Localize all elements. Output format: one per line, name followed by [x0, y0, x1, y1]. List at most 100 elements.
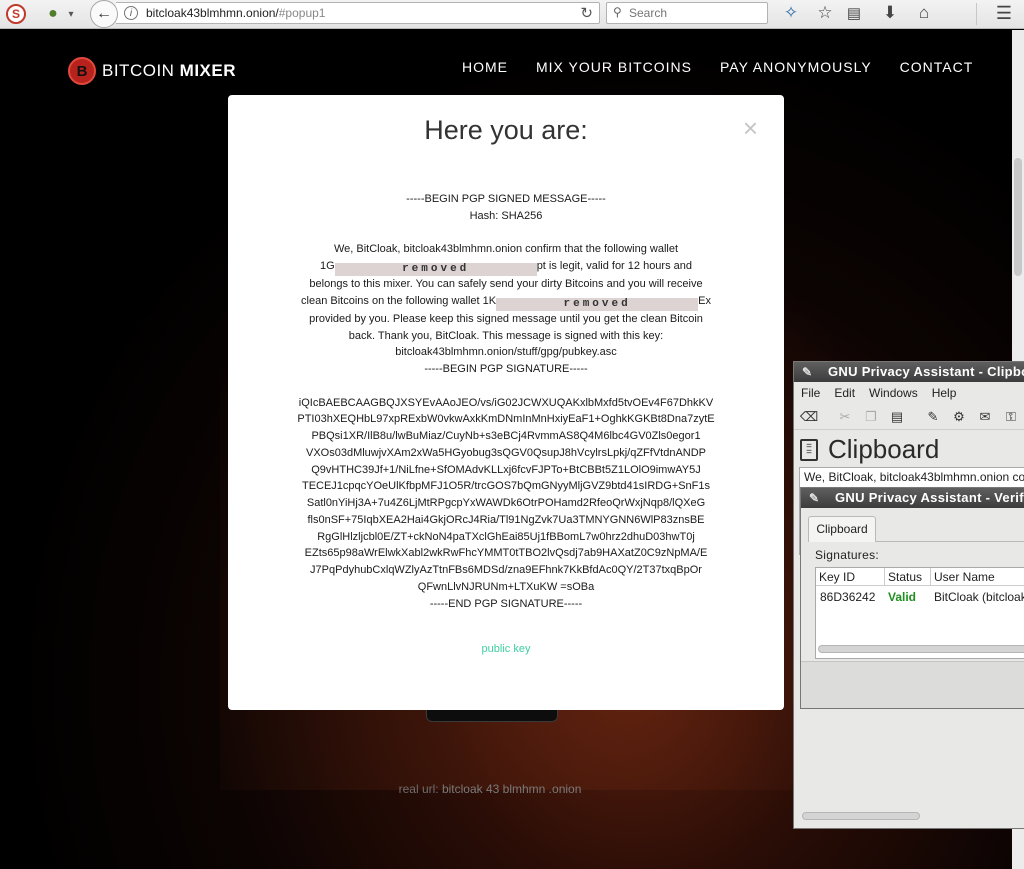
nav-contact[interactable]: CONTACT — [900, 59, 974, 75]
signature-line: Satl0nYiHj3A+7u4Z6LjMtRPgcpYxWAWDk6OtrPO… — [306, 497, 706, 509]
signature-line: VXOs03dMluwjvXAm2xWa5HGyobug3sQGV0QsupJ8… — [305, 446, 707, 459]
noscript-icon[interactable]: ✧ — [779, 1, 803, 25]
popup-modal: Here you are: × -----BEGIN PGP SIGNED ME… — [228, 95, 784, 710]
info-icon[interactable]: i — [124, 6, 138, 20]
signature-line: iQIcBAEBCAAGBQJXSYEvAAoJEO/vs/iG02JCWXUQ… — [298, 396, 714, 409]
pgp-end-signature: -----END PGP SIGNATURE----- — [429, 597, 583, 610]
pgp-text-line: We, BitCloak, bitcloak43blmhmn.onion con… — [333, 243, 679, 256]
search-input[interactable] — [629, 5, 761, 21]
gpa-title-bar[interactable]: ✎ GNU Privacy Assistant - Clipboard — [794, 362, 1024, 382]
gpa-title: GNU Privacy Assistant - Clipboard — [828, 364, 1024, 379]
verify-title-bar[interactable]: ✎ GNU Privacy Assistant - Verification — [801, 488, 1024, 508]
signature-line: RgGlHlzljcbl0E/ZT+ckNoN4paTXclGhEai85Uj1… — [317, 530, 695, 543]
browser-toolbar: S ● ▾ i bitcloak43blmhmn.onion/#popup1 ↻… — [0, 0, 1024, 29]
signature-line: fls0nSF+75IqbXEA2Hai4GkjORcJ4Ria/Tl91NgZ… — [307, 513, 705, 526]
site-logo[interactable]: B BITCOIN MIXER — [68, 57, 236, 85]
scrollbar-thumb[interactable] — [1014, 158, 1022, 276]
sign-icon[interactable]: ✎ — [924, 408, 942, 426]
nav-mix-your-bitcoins[interactable]: MIX YOUR BITCOINS — [536, 59, 692, 75]
redacted-wallet: removed — [334, 263, 537, 276]
pgp-wallet-line-1: 1G removed pt is legit, valid for 12 hours… — [228, 258, 784, 276]
cell-user: BitCloak (bitcloak43blmhmn.onion) — [934, 590, 1024, 604]
verify-title: GNU Privacy Assistant - Verification — [835, 490, 1024, 505]
bitcoin-logo-icon: B — [68, 57, 96, 85]
pgp-wallet-line-2: clean Bitcoins on the following wallet 1… — [228, 293, 784, 311]
menu-help[interactable]: Help — [932, 386, 957, 400]
table-row[interactable]: 86D36242 Valid BitCloak (bitcloak43blmhm… — [816, 588, 1024, 606]
public-key: public key — [228, 643, 784, 655]
signature-line: TECEJ1cpqcYOeUlKfbpMFJ1O5R/trcGOS7bQmGNy… — [301, 480, 711, 493]
signature-line: EZts65p98aWrElwkXabl2wkRwFhcYMMT0tTBO2lv… — [304, 547, 708, 560]
verify-app-icon: ✎ — [809, 491, 820, 505]
col-user-name[interactable]: User Name — [934, 570, 995, 584]
cut-icon[interactable]: ✂ — [836, 408, 854, 426]
wallet-suffix: pt is legit, valid for 12 hours and — [536, 260, 692, 272]
real-url-label: real url: — [398, 782, 442, 796]
menu-file[interactable]: File — [801, 386, 820, 400]
redacted-wallet: removed — [496, 297, 699, 311]
nav-pay-anonymously[interactable]: PAY ANONYMOUSLY — [720, 59, 872, 75]
url-host: bitcloak43blmhmn.onion/ — [146, 6, 279, 20]
copy-icon[interactable]: ❐ — [862, 408, 880, 426]
table-scroll-thumb[interactable] — [818, 645, 1024, 653]
search-icon: ⚲ — [613, 5, 622, 19]
chevron-down-icon[interactable]: ▾ — [64, 3, 78, 25]
pgp-hash: Hash: SHA256 — [469, 209, 543, 222]
search-bar[interactable]: ⚲ — [606, 2, 768, 24]
home-icon[interactable]: ⌂ — [912, 1, 936, 25]
table-hscrollbar[interactable] — [818, 644, 1024, 654]
clipboard-icon: = = — [800, 438, 818, 461]
public-key-link[interactable]: public key — [482, 643, 531, 655]
pgp-begin-signature: -----BEGIN PGP SIGNATURE----- — [424, 363, 588, 375]
gpa-heading: = = Clipboard — [800, 434, 939, 465]
col-key-id[interactable]: Key ID — [819, 570, 855, 584]
pgp-message: -----BEGIN PGP SIGNED MESSAGE----- Hash:… — [228, 191, 784, 612]
pgp-text-line: back. Thank you, BitCloak. This message … — [348, 329, 664, 342]
gpa-app-icon: ✎ — [802, 365, 813, 379]
signatures-table: Key ID Status User Name 86D36242 Valid B… — [815, 567, 1024, 659]
pgp-text-line: provided by you. Please keep this signed… — [309, 312, 703, 325]
signature-line: J7PqPdyhubCxlqWZlyAzTtnFBs6MDSd/zna9EFhn… — [310, 564, 702, 576]
wallet-prefix: clean Bitcoins on the following wallet 1… — [301, 294, 497, 307]
pgp-key-url: bitcloak43blmhmn.onion/stuff/gpg/pubkey.… — [395, 346, 617, 359]
menu-icon[interactable]: ☰ — [992, 1, 1016, 25]
col-status[interactable]: Status — [888, 570, 922, 584]
signatures-label: Signatures: — [815, 548, 880, 562]
s-icon[interactable]: S — [6, 4, 26, 24]
encrypt-icon[interactable]: ✉ — [976, 408, 994, 426]
signature-line: QFwnLlvNJRUNm+LTXuKW =sOBa — [417, 580, 595, 593]
menu-edit[interactable]: Edit — [834, 386, 855, 400]
wallet-suffix: Ex — [698, 294, 711, 307]
wallet-prefix: 1G — [320, 260, 335, 272]
signature-line: PTI03hXEQHbL97xpRExbW0vkwAxkKmDNmInMnHxi… — [297, 413, 715, 426]
decrypt-icon[interactable]: ⚿ — [1002, 408, 1020, 426]
star-icon[interactable]: ☆ — [813, 1, 837, 25]
toolbar-separator — [976, 3, 977, 25]
verify-button-area — [801, 661, 1024, 708]
modal-title: Here you are: — [424, 115, 588, 145]
reload-icon[interactable]: ↻ — [580, 4, 593, 22]
real-url-value: bitcloak 43 blmhmn .onion — [441, 782, 582, 796]
reader-icon[interactable]: ▤ — [842, 1, 866, 25]
back-button[interactable]: ← — [90, 0, 118, 28]
site-nav: HOME MIX YOUR BITCOINS PAY ANONYMOUSLY C… — [462, 59, 973, 75]
paste-icon[interactable]: ▤ — [888, 408, 906, 426]
url-text[interactable]: bitcloak43blmhmn.onion/#popup1 — [146, 6, 325, 20]
menu-windows[interactable]: Windows — [869, 386, 918, 400]
url-bar[interactable]: i bitcloak43blmhmn.onion/#popup1 ↻ — [116, 2, 600, 24]
logo-text-light: BITCOIN — [102, 61, 180, 80]
pgp-begin-message: -----BEGIN PGP SIGNED MESSAGE----- — [406, 193, 606, 205]
gpa-heading-text: Clipboard — [828, 434, 940, 464]
signature-line: Q9vHTHC39Jf+1/NiLfne+SfOMAdvKLLxj6fcvFJP… — [311, 463, 701, 476]
close-icon[interactable]: × — [743, 113, 758, 144]
onion-icon[interactable]: ● — [42, 3, 64, 25]
download-icon[interactable]: ⬇ — [878, 1, 902, 25]
gpa-hscrollbar[interactable] — [799, 810, 1024, 822]
tab-clipboard[interactable]: Clipboard — [808, 516, 876, 542]
pgp-text-line: belongs to this mixer. You can safely se… — [309, 278, 703, 290]
clear-icon[interactable]: ⌫ — [800, 408, 818, 426]
logo-text-bold: MIXER — [179, 61, 237, 80]
gpa-scroll-thumb[interactable] — [802, 812, 920, 820]
verify-icon[interactable]: ⚙ — [950, 408, 968, 426]
nav-home[interactable]: HOME — [462, 59, 508, 75]
